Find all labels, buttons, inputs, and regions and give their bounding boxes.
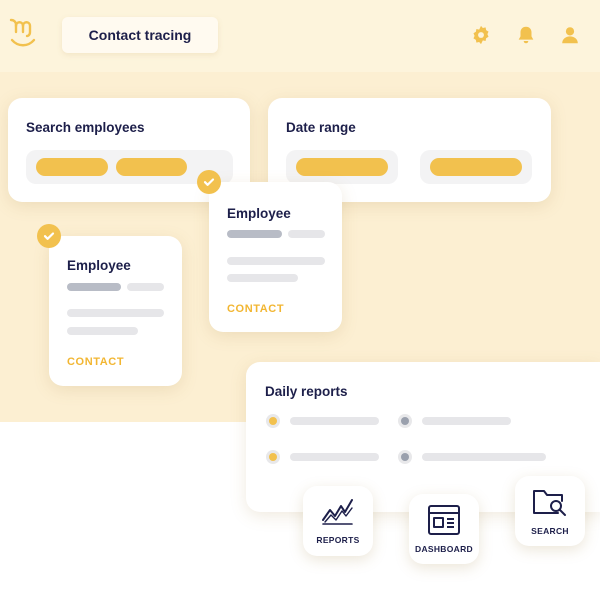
search-button[interactable]: SEARCH xyxy=(515,476,585,546)
report-status-dot[interactable] xyxy=(266,450,280,464)
reports-label: REPORTS xyxy=(316,535,360,545)
folder-search-icon xyxy=(533,490,566,516)
dashboard-label: DASHBOARD xyxy=(415,544,473,554)
report-status-dot[interactable] xyxy=(398,450,412,464)
employee-info-line xyxy=(227,257,325,265)
contact-button[interactable]: CONTACT xyxy=(227,303,284,315)
search-label: SEARCH xyxy=(531,526,569,536)
report-status-dot[interactable] xyxy=(266,414,280,428)
logo-icon[interactable] xyxy=(8,16,38,50)
report-line xyxy=(422,453,546,461)
contact-button[interactable]: CONTACT xyxy=(67,356,124,368)
bell-icon[interactable] xyxy=(515,24,537,46)
employee-info-line xyxy=(227,274,298,282)
employee-card[interactable]: Employee CONTACT xyxy=(49,236,182,386)
filter-pill[interactable] xyxy=(116,158,187,176)
daily-reports-title: Daily reports xyxy=(265,384,348,399)
employee-card-title: Employee xyxy=(227,206,291,221)
date-range-title: Date range xyxy=(286,120,356,135)
employee-detail-placeholder xyxy=(127,283,164,291)
search-employees-title: Search employees xyxy=(26,120,145,135)
gear-icon[interactable] xyxy=(470,24,492,46)
employee-info-line xyxy=(67,327,138,335)
report-line xyxy=(290,453,379,461)
check-icon xyxy=(37,224,61,248)
dashboard-icon xyxy=(428,505,460,535)
employee-name-placeholder xyxy=(67,283,121,291)
filter-pill[interactable] xyxy=(36,158,108,176)
reports-button[interactable]: REPORTS xyxy=(303,486,373,556)
dashboard-button[interactable]: DASHBOARD xyxy=(409,494,479,564)
employee-info-line xyxy=(67,309,164,317)
page-title: Contact tracing xyxy=(62,17,218,53)
report-line xyxy=(422,417,511,425)
employee-card-title: Employee xyxy=(67,258,131,273)
check-icon xyxy=(197,170,221,194)
report-status-dot[interactable] xyxy=(398,414,412,428)
line-chart-icon xyxy=(322,499,353,525)
start-date-pill[interactable] xyxy=(296,158,388,176)
employee-name-placeholder xyxy=(227,230,282,238)
user-icon[interactable] xyxy=(559,24,581,46)
end-date-field[interactable] xyxy=(420,150,532,184)
report-line xyxy=(290,417,379,425)
employee-detail-placeholder xyxy=(288,230,325,238)
end-date-pill[interactable] xyxy=(430,158,522,176)
start-date-field[interactable] xyxy=(286,150,398,184)
employee-card[interactable]: Employee CONTACT xyxy=(209,182,342,332)
